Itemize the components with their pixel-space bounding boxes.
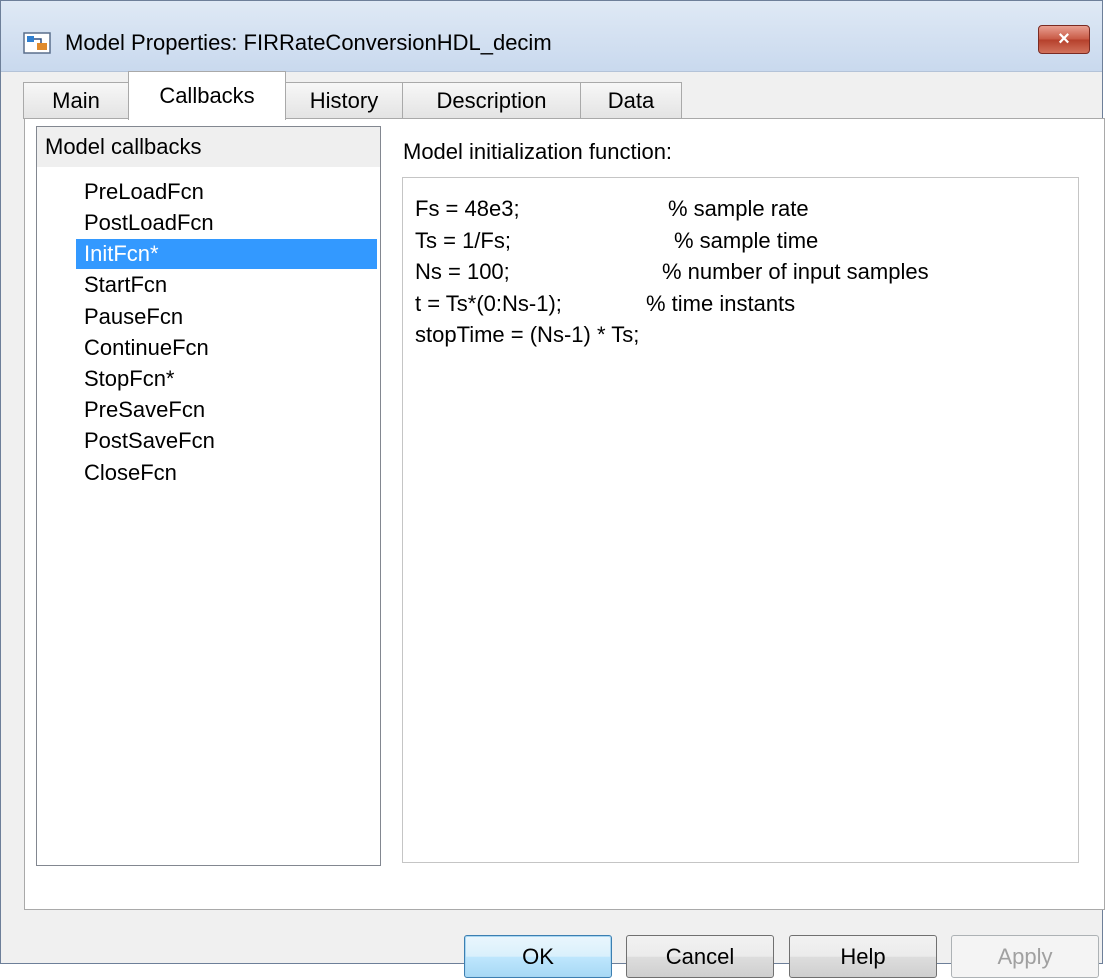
model-properties-dialog: Model Properties: FIRRateConversionHDL_d… bbox=[0, 0, 1105, 978]
code-line: Ns = 100; % number of input samples bbox=[415, 259, 1075, 289]
code-text: t = Ts*(0:Ns-1); bbox=[415, 291, 562, 316]
tab-data[interactable]: Data bbox=[580, 82, 682, 119]
tab-label: Main bbox=[52, 88, 100, 113]
callback-item-stopfcn[interactable]: StopFcn* bbox=[76, 364, 377, 394]
tab-main[interactable]: Main bbox=[23, 82, 129, 119]
code-line: stopTime = (Ns-1) * Ts; bbox=[415, 322, 1075, 352]
code-comment: % sample rate bbox=[668, 196, 809, 221]
callbacks-tab-content: Model callbacks PreLoadFcn PostLoadFcn I… bbox=[24, 118, 1105, 910]
callbacks-list-header: Model callbacks bbox=[37, 127, 380, 167]
code-line: Fs = 48e3; % sample rate bbox=[415, 196, 1075, 226]
tab-callbacks[interactable]: Callbacks bbox=[128, 71, 286, 120]
model-callbacks-list: Model callbacks PreLoadFcn PostLoadFcn I… bbox=[36, 126, 381, 866]
code-text: Fs = 48e3; bbox=[415, 196, 520, 221]
close-icon: × bbox=[1058, 28, 1070, 50]
code-comment: % sample time bbox=[674, 228, 819, 253]
simulink-model-icon bbox=[23, 32, 51, 54]
callback-code-editor[interactable]: Fs = 48e3; % sample rate Ts = 1/Fs; % sa… bbox=[402, 177, 1079, 863]
code-comment: % time instants bbox=[646, 291, 796, 316]
code-text: Ns = 100; bbox=[415, 259, 510, 284]
apply-button[interactable]: Apply bbox=[951, 935, 1099, 978]
ok-button[interactable]: OK bbox=[464, 935, 612, 978]
code-text: stopTime = (Ns-1) * Ts; bbox=[415, 322, 640, 347]
tab-label: History bbox=[309, 88, 379, 113]
callback-item-closefcn[interactable]: CloseFcn bbox=[76, 458, 377, 488]
callback-item-presavefcn[interactable]: PreSaveFcn bbox=[76, 395, 377, 425]
callback-item-continuefcn[interactable]: ContinueFcn bbox=[76, 333, 377, 363]
cancel-button[interactable]: Cancel bbox=[626, 935, 774, 978]
code-line: Ts = 1/Fs; % sample time bbox=[415, 228, 1075, 258]
tab-strip: Main Callbacks History Description Data bbox=[1, 71, 1102, 120]
code-comment: % number of input samples bbox=[662, 259, 929, 284]
callback-item-preloadfcn[interactable]: PreLoadFcn bbox=[76, 177, 377, 207]
callback-item-initfcn[interactable]: InitFcn* bbox=[76, 239, 377, 269]
tab-label: Callbacks bbox=[159, 83, 255, 108]
title-bar: Model Properties: FIRRateConversionHDL_d… bbox=[1, 1, 1102, 72]
close-button[interactable]: × bbox=[1038, 25, 1090, 54]
tab-label: Data bbox=[607, 88, 655, 113]
help-button[interactable]: Help bbox=[789, 935, 937, 978]
callback-item-startfcn[interactable]: StartFcn bbox=[76, 270, 377, 300]
callback-item-pausefcn[interactable]: PauseFcn bbox=[76, 302, 377, 332]
window-title: Model Properties: FIRRateConversionHDL_d… bbox=[65, 30, 552, 55]
tab-description[interactable]: Description bbox=[402, 82, 581, 119]
callback-item-postloadfcn[interactable]: PostLoadFcn bbox=[76, 208, 377, 238]
tab-label: Description bbox=[436, 88, 547, 113]
callback-item-postsavefcn[interactable]: PostSaveFcn bbox=[76, 426, 377, 456]
code-text: Ts = 1/Fs; bbox=[415, 228, 511, 253]
tab-history[interactable]: History bbox=[285, 82, 403, 119]
code-line: t = Ts*(0:Ns-1); % time instants bbox=[415, 291, 1075, 321]
editor-label: Model initialization function: bbox=[403, 139, 673, 164]
